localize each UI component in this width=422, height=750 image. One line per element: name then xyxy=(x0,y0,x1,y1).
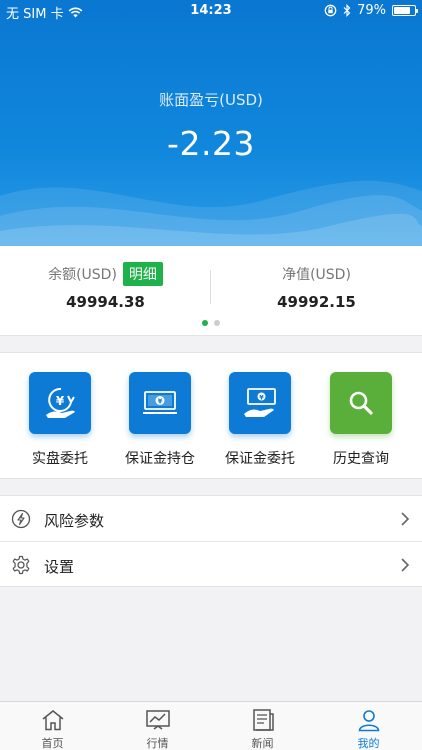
detail-button[interactable]: 明细 xyxy=(122,262,163,286)
action-label: 实盘委托 xyxy=(32,451,88,467)
pnl-label: 账面盈亏(USD) xyxy=(159,91,263,109)
yuan-hand-icon: ¥ xyxy=(46,387,75,418)
menu-label: 风险参数 xyxy=(44,512,105,530)
banknote-icon: ¥ xyxy=(143,391,177,414)
action-live-order[interactable]: ¥ 实盘委托 xyxy=(10,372,110,468)
quick-actions: ¥ 实盘委托 ¥ 保证金持仓 ¥ 保证金委托 历史查询 xyxy=(0,352,422,479)
action-label: 保证金委托 xyxy=(225,451,295,467)
svg-text:¥: ¥ xyxy=(259,393,264,401)
banknote-hand-icon: ¥ xyxy=(244,388,276,417)
tab-label: 我的 xyxy=(357,737,380,750)
balance-label: 余额(USD) xyxy=(48,267,117,283)
svg-text:¥: ¥ xyxy=(56,394,65,408)
page-dot-1[interactable] xyxy=(202,320,208,326)
battery-fill xyxy=(394,7,410,14)
battery-percent: 79% xyxy=(357,3,386,18)
home-icon xyxy=(42,710,63,731)
balance-value: 49994.38 xyxy=(66,293,145,311)
tab-home[interactable]: 首页 xyxy=(0,708,105,750)
status-right: 79% xyxy=(324,3,418,18)
account-header: 无 SIM 卡 14:23 79% 账面盈亏(USD) -2.23 xyxy=(0,0,422,246)
chart-icon xyxy=(145,710,170,730)
action-margin-position-tile[interactable]: ¥ xyxy=(129,372,191,434)
tab-market[interactable]: 行情 xyxy=(105,708,210,750)
gear-icon xyxy=(12,555,30,575)
tab-label: 新闻 xyxy=(251,737,274,750)
tab-news[interactable]: 新闻 xyxy=(210,708,315,750)
equity-label: 净值(USD) xyxy=(282,267,351,283)
action-margin-position[interactable]: ¥ 保证金持仓 xyxy=(110,372,210,468)
settings-menu: 风险参数 设置 xyxy=(0,495,422,587)
menu-label: 设置 xyxy=(44,558,75,576)
search-icon xyxy=(349,391,373,415)
balance-card[interactable]: 余额(USD) 明细 49994.38 净值(USD) 49992.15 xyxy=(0,246,422,336)
action-history-query-tile[interactable] xyxy=(330,372,392,434)
news-icon xyxy=(252,709,274,731)
action-label: 保证金持仓 xyxy=(125,451,195,467)
person-icon xyxy=(358,710,379,732)
rotation-lock-icon xyxy=(324,4,337,17)
wave-decoration xyxy=(0,180,422,246)
status-bar: 无 SIM 卡 14:23 79% xyxy=(0,0,422,22)
equity-value: 49992.15 xyxy=(277,293,356,311)
balance-column: 余额(USD) 明细 49994.38 xyxy=(0,262,211,311)
page-indicator[interactable] xyxy=(0,320,422,326)
menu-item-settings[interactable]: 设置 xyxy=(0,542,422,588)
lightning-circle-icon xyxy=(11,509,31,529)
tab-label: 首页 xyxy=(41,737,64,750)
action-margin-order-tile[interactable]: ¥ xyxy=(229,372,291,434)
action-margin-order[interactable]: ¥ 保证金委托 xyxy=(210,372,310,468)
battery-icon xyxy=(392,5,418,16)
tab-mine[interactable]: 我的 xyxy=(316,708,421,750)
menu-item-risk-params[interactable]: 风险参数 xyxy=(0,496,422,542)
chevron-right-icon xyxy=(401,558,410,572)
tab-bar: 首页 行情 新闻 我的 xyxy=(0,701,422,750)
action-live-order-tile[interactable]: ¥ xyxy=(29,372,91,434)
equity-column: 净值(USD) 49992.15 xyxy=(211,263,422,311)
action-label: 历史查询 xyxy=(333,451,389,467)
pnl-value: -2.23 xyxy=(167,124,255,163)
chevron-right-icon xyxy=(401,512,410,526)
tab-label: 行情 xyxy=(146,737,169,750)
svg-text:¥: ¥ xyxy=(158,398,163,406)
page-dot-2[interactable] xyxy=(214,320,220,326)
bluetooth-icon xyxy=(343,4,351,17)
balance-label-row: 余额(USD) 明细 xyxy=(0,262,211,286)
action-history-query[interactable]: 历史查询 xyxy=(311,372,411,468)
